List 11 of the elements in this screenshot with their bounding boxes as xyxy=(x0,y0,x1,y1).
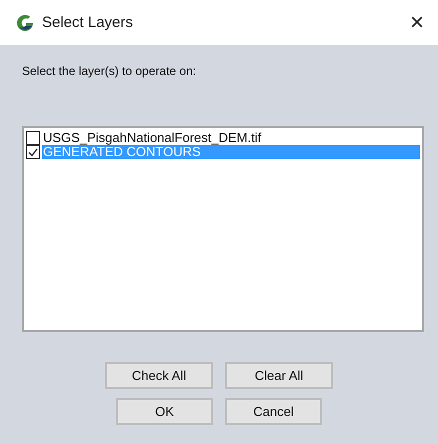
checkbox[interactable] xyxy=(26,131,40,145)
layer-item[interactable]: USGS_PisgahNationalForest_DEM.tif xyxy=(42,131,420,145)
dialog-button[interactable]: Clear All xyxy=(225,362,333,389)
window-title: Select Layers xyxy=(42,14,134,31)
dialog-button[interactable]: Check All xyxy=(105,362,213,389)
app-logo-icon xyxy=(16,14,34,32)
close-button[interactable]: × xyxy=(410,8,424,36)
dialog-button[interactable]: OK xyxy=(116,398,213,425)
checkbox[interactable] xyxy=(26,145,40,159)
dialog-button[interactable]: Cancel xyxy=(225,398,322,425)
instruction-text: Select the layer(s) to operate on: xyxy=(22,64,198,78)
